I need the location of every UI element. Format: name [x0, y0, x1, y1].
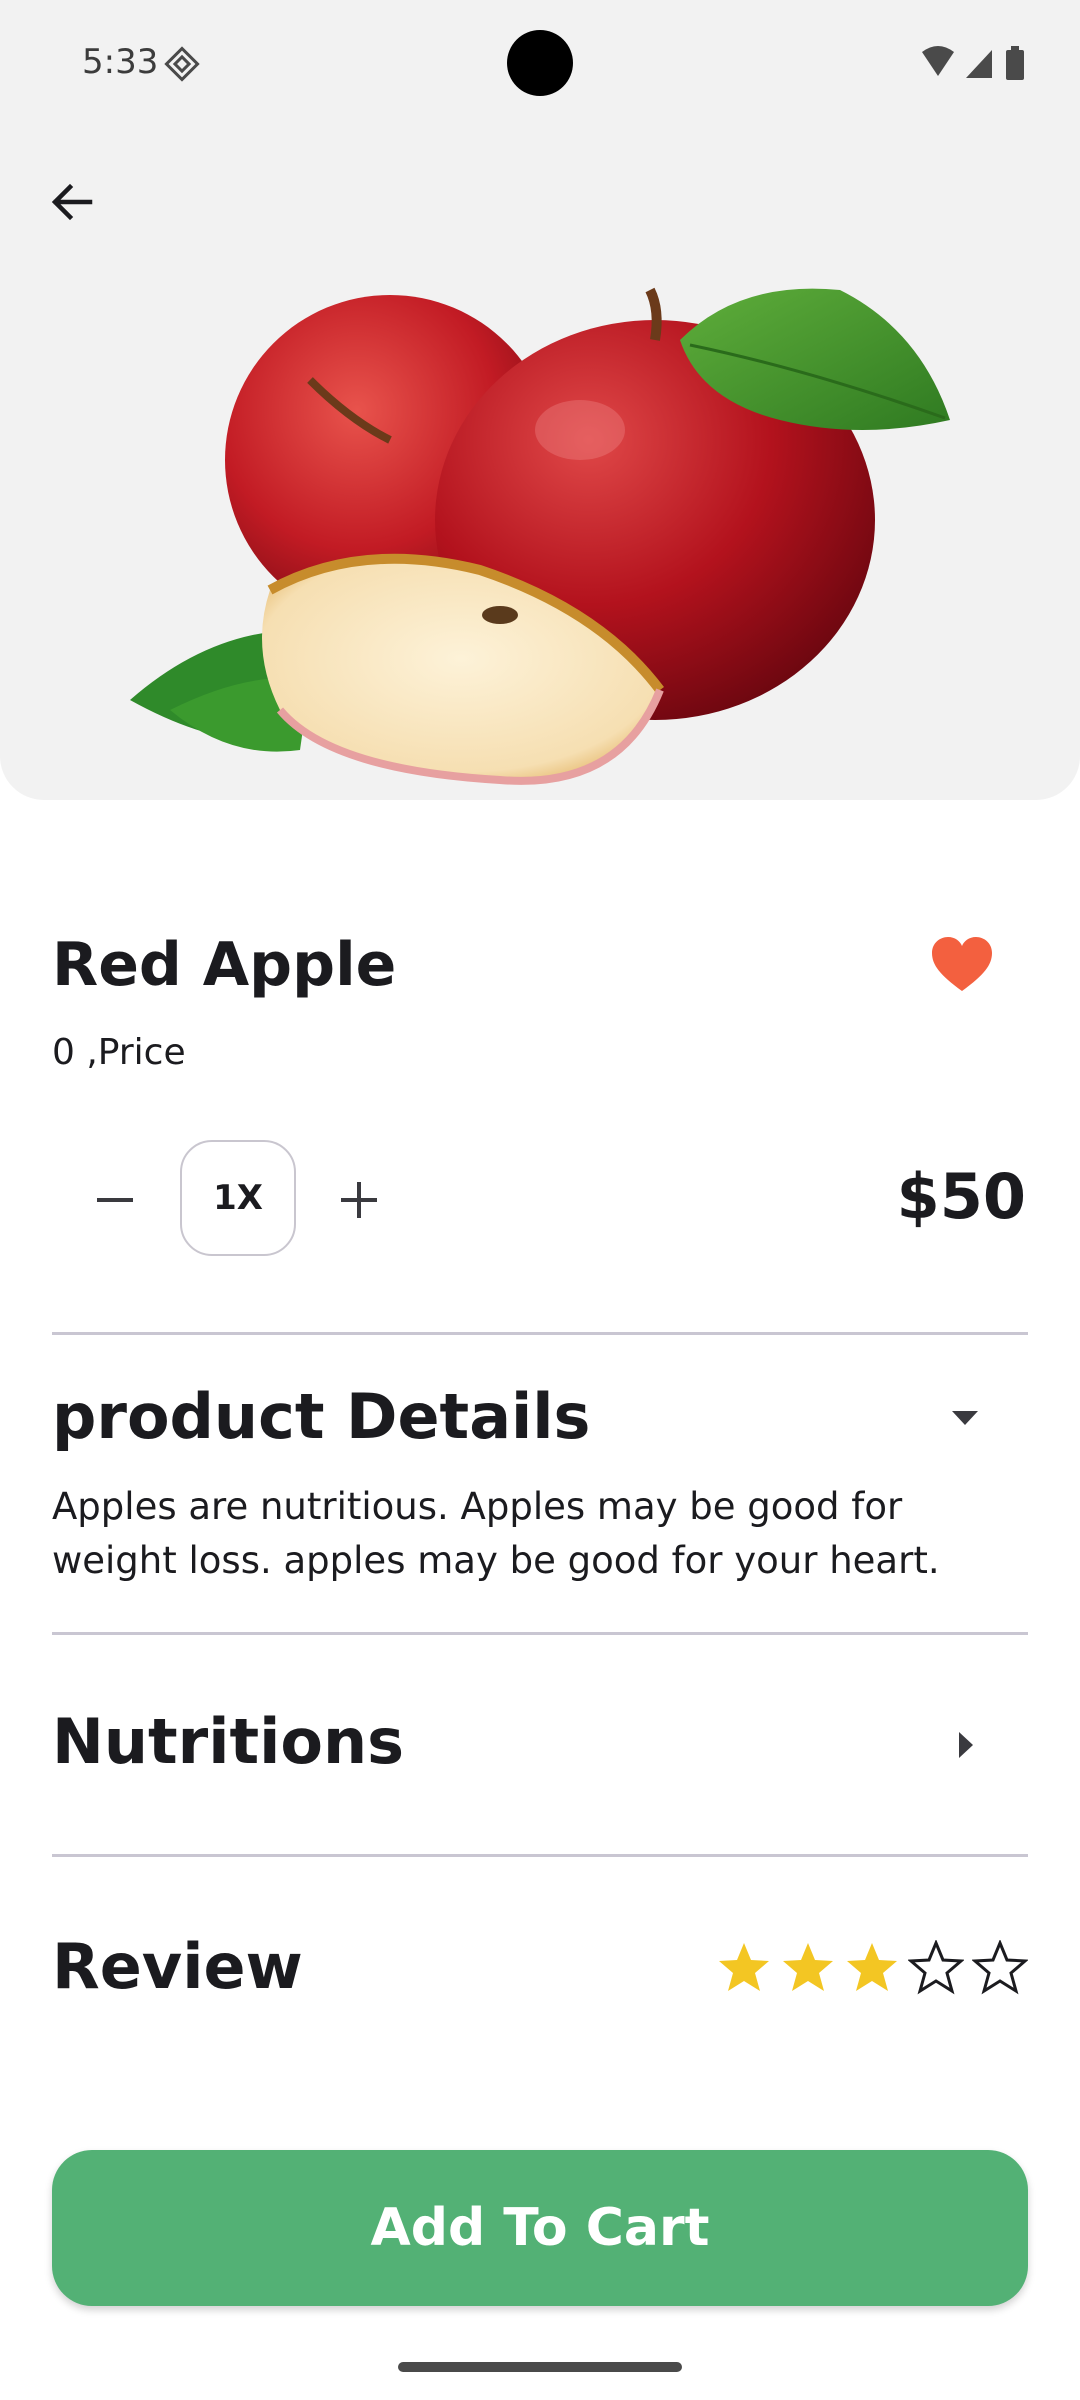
- details-section-title[interactable]: product Details: [52, 1380, 590, 1453]
- details-description: Apples are nutritious. Apples may be goo…: [52, 1485, 940, 1582]
- decrease-quantity-button[interactable]: [80, 1165, 150, 1235]
- battery-icon: [1006, 50, 1024, 80]
- star-empty-icon[interactable]: [908, 1940, 964, 1996]
- product-hero: 5:33: [0, 0, 1080, 800]
- apple-image: [130, 287, 950, 785]
- plus-icon: [341, 1182, 377, 1218]
- divider: [52, 1854, 1028, 1857]
- sim-icon: [164, 46, 200, 82]
- star-filled-icon[interactable]: [780, 1940, 836, 1996]
- wifi-icon: [922, 46, 954, 76]
- details-toggle[interactable]: [930, 1383, 1000, 1453]
- add-to-cart-button[interactable]: Add To Cart: [52, 2150, 1028, 2306]
- product-subtitle: 0 ,Price: [52, 1032, 186, 1073]
- review-section-title: Review: [52, 1930, 303, 2003]
- increase-quantity-button[interactable]: [324, 1165, 394, 1235]
- nutritions-toggle[interactable]: [930, 1710, 1000, 1780]
- star-filled-icon[interactable]: [844, 1940, 900, 1996]
- favorite-button[interactable]: [930, 935, 994, 995]
- signal-icon: [966, 50, 992, 78]
- minus-icon: [97, 1198, 133, 1202]
- back-button[interactable]: [36, 166, 108, 238]
- product-detail-screen: 5:33 Red Apple 0 ,Price 1X $50 product D…: [0, 0, 1080, 2400]
- heart-icon: [932, 937, 992, 991]
- status-icons: [922, 46, 1024, 80]
- back-arrow-icon: [51, 183, 93, 221]
- home-indicator[interactable]: [398, 2362, 682, 2372]
- divider: [52, 1332, 1028, 1335]
- product-title: Red Apple: [52, 930, 397, 1000]
- star-filled-icon[interactable]: [716, 1940, 772, 1996]
- status-time: 5:33: [82, 42, 159, 82]
- quantity-display: 1X: [180, 1140, 296, 1256]
- chevron-right-icon: [959, 1732, 973, 1758]
- dropdown-arrow-icon: [952, 1411, 978, 1425]
- star-empty-icon[interactable]: [972, 1940, 1028, 1996]
- nutritions-section-title[interactable]: Nutritions: [52, 1705, 404, 1778]
- rating-stars[interactable]: [716, 1940, 1028, 1996]
- camera-cutout: [507, 30, 573, 96]
- product-price: $50: [896, 1160, 1026, 1233]
- divider: [52, 1632, 1028, 1635]
